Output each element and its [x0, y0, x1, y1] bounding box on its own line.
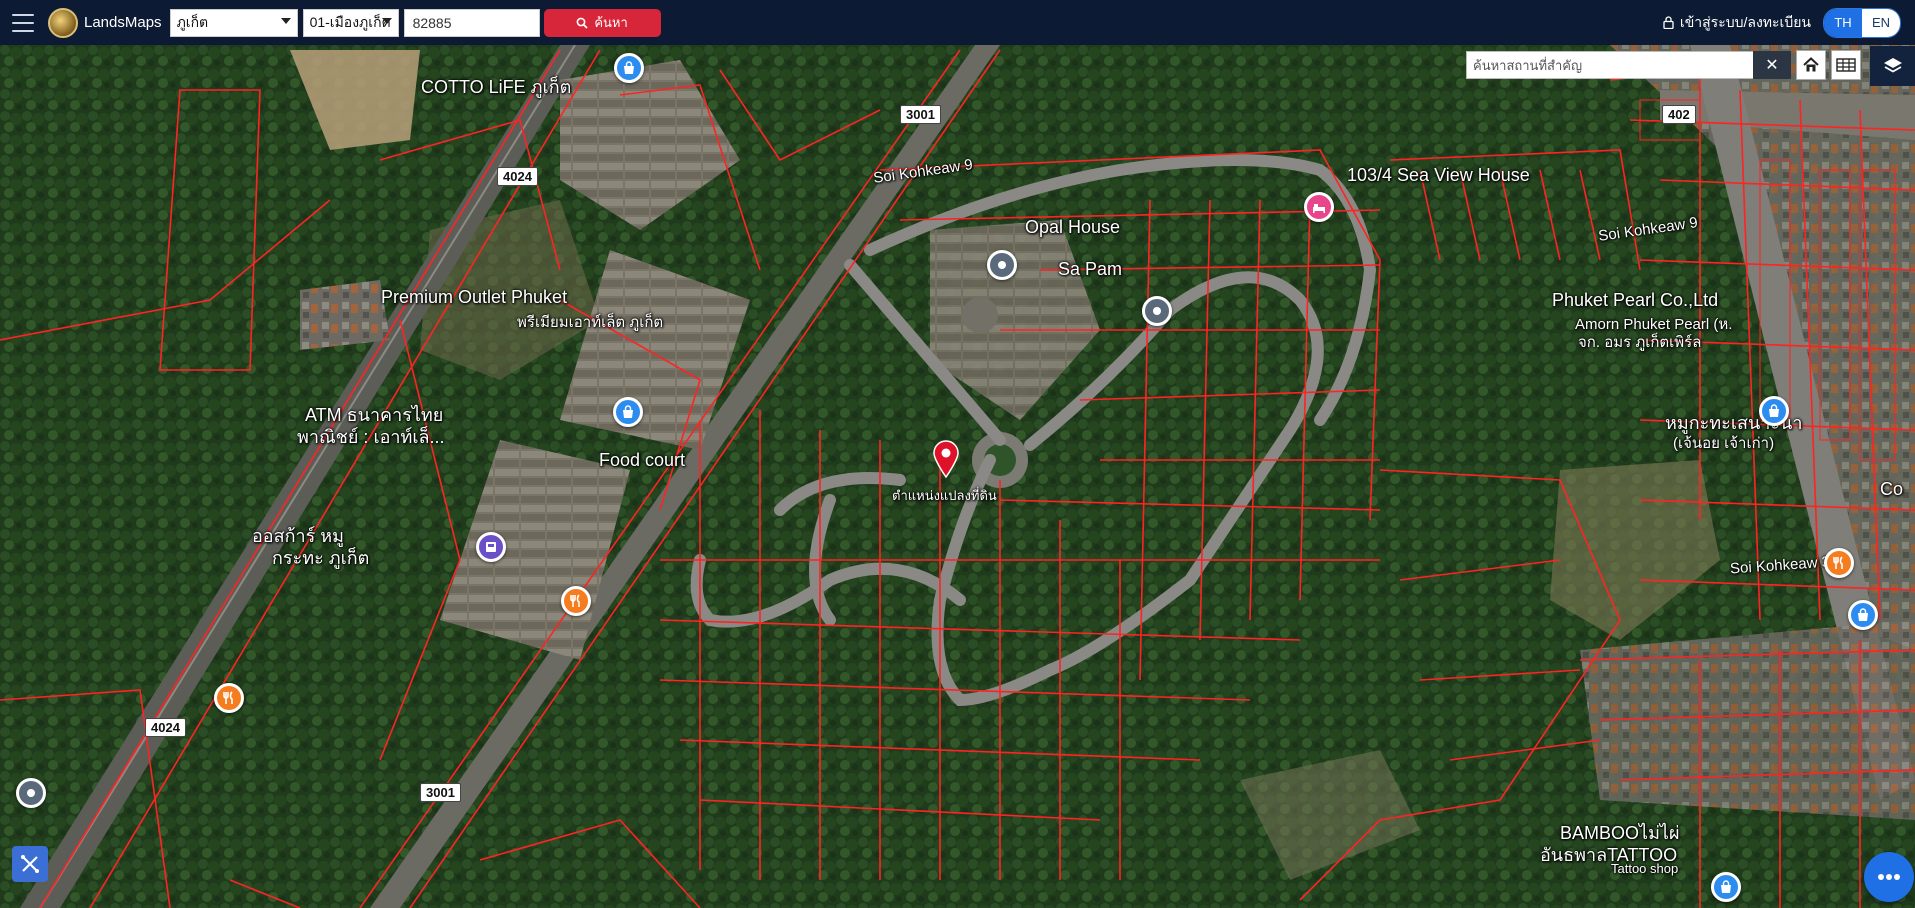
restaurant-icon[interactable] [1824, 548, 1854, 578]
atm-bank-icon[interactable] [476, 532, 506, 562]
tools-icon [21, 855, 39, 873]
province-value: ภูเก็ต [176, 13, 209, 30]
poi-label-atm-2: พาณิชย์ : เอาท์เล็... [297, 427, 445, 447]
place-search-input[interactable]: ค้นหาสถานที่สำคัญ [1466, 51, 1756, 79]
place-search-placeholder: ค้นหาสถานที่สำคัญ [1473, 57, 1583, 73]
search-icon [576, 17, 588, 29]
poi-label-food-court: Food court [599, 450, 686, 470]
poi-label-restaurant-right-2: (เจ้นอย เจ้าเก่า) [1673, 435, 1775, 452]
parcel-number-input[interactable]: 82885 [403, 8, 540, 37]
road-shield-3001: 3001 [900, 105, 941, 124]
restaurant-icon[interactable] [561, 586, 591, 616]
poi-label-sea-view-house: 103/4 Sea View House [1347, 165, 1530, 185]
tools-button[interactable] [12, 846, 48, 882]
language-toggle: TH EN [1823, 7, 1901, 38]
district-value: 01-เมืองภูเก็ต [309, 13, 391, 30]
poi-label-cotto: COTTO LiFE ภูเก็ต [421, 77, 572, 97]
lang-en-button[interactable]: EN [1862, 8, 1900, 37]
layers-icon [1883, 58, 1902, 73]
map-canvas[interactable]: 4024 3001 4024 3001 402 COTTO LiFE ภูเก็… [0, 45, 1915, 908]
poi-label-right-edge: Co [1880, 479, 1904, 499]
brand-name: LandsMaps [84, 14, 162, 31]
poi-label-amorn-pearl-2: จก. อมร ภูเก็ตเพิร์ล [1578, 334, 1702, 351]
layers-button[interactable] [1870, 46, 1915, 86]
shopping-bag-icon[interactable] [1848, 600, 1878, 630]
road-shield-4024: 4024 [497, 167, 538, 186]
province-select[interactable]: ภูเก็ต [169, 8, 298, 37]
restaurant-icon[interactable] [214, 683, 244, 713]
chevron-down-icon [381, 17, 392, 24]
top-bar: LandsMaps ภูเก็ต 01-เมืองภูเก็ต 82885 ค้… [0, 0, 1915, 45]
poi-label-premium-outlet: Premium Outlet Phuket [381, 287, 568, 307]
search-button-label: ค้นหา [594, 15, 628, 30]
location-pin-icon[interactable] [1142, 296, 1172, 326]
poi-label-orsot-2: กระทะ ภูเก็ต [272, 548, 370, 568]
shopping-bag-icon[interactable] [1711, 872, 1741, 902]
grid-icon [1836, 58, 1856, 72]
account-area: เข้าสู่ระบบ/ลงทะเบียน TH EN [1663, 0, 1901, 45]
parcel-number-value: 82885 [412, 14, 452, 31]
home-icon [1803, 57, 1819, 72]
poi-label-premium-outlet-th: พรีเมียมเอาท์เล็ต ภูเก็ต [517, 314, 664, 331]
parcel-marker-label: ตำแหน่งแปลงที่ดิน [892, 488, 997, 503]
chat-icon [1878, 874, 1900, 880]
hotel-bed-icon[interactable] [1304, 192, 1334, 222]
menu-icon[interactable] [12, 13, 34, 32]
road-shield-4024: 4024 [145, 718, 186, 737]
district-select[interactable]: 01-เมืองภูเก็ต [302, 8, 399, 37]
road-shield-402: 402 [1662, 105, 1696, 124]
lang-th-button[interactable]: TH [1824, 8, 1862, 37]
lock-icon [1663, 16, 1674, 29]
search-button[interactable]: ค้นหา [543, 8, 661, 37]
road-shield-3001: 3001 [420, 783, 461, 802]
grid-button[interactable] [1831, 50, 1861, 80]
poi-label-sa-pam: Sa Pam [1058, 259, 1123, 279]
home-button[interactable] [1796, 50, 1826, 80]
login-label: เข้าสู่ระบบ/ลงทะเบียน [1679, 13, 1811, 30]
poi-label-bamboo-3: Tattoo shop [1611, 861, 1679, 876]
location-pin-icon[interactable] [16, 778, 46, 808]
poi-label-opal-house: Opal House [1025, 217, 1121, 237]
seal-logo-icon[interactable] [48, 7, 78, 38]
chat-button[interactable] [1864, 852, 1914, 902]
place-search-clear-button[interactable]: ✕ [1753, 51, 1791, 79]
chevron-down-icon [280, 17, 291, 24]
shopping-bag-icon[interactable] [613, 397, 643, 427]
shopping-bag-icon[interactable] [1759, 396, 1789, 426]
login-link[interactable]: เข้าสู่ระบบ/ลงทะเบียน [1663, 12, 1811, 34]
poi-label-phuket-pearl: Phuket Pearl Co.,Ltd [1552, 290, 1719, 310]
location-pin-icon[interactable] [987, 250, 1017, 280]
parcel-location-pin-icon[interactable] [932, 440, 960, 479]
shopping-bag-icon[interactable] [614, 53, 644, 83]
